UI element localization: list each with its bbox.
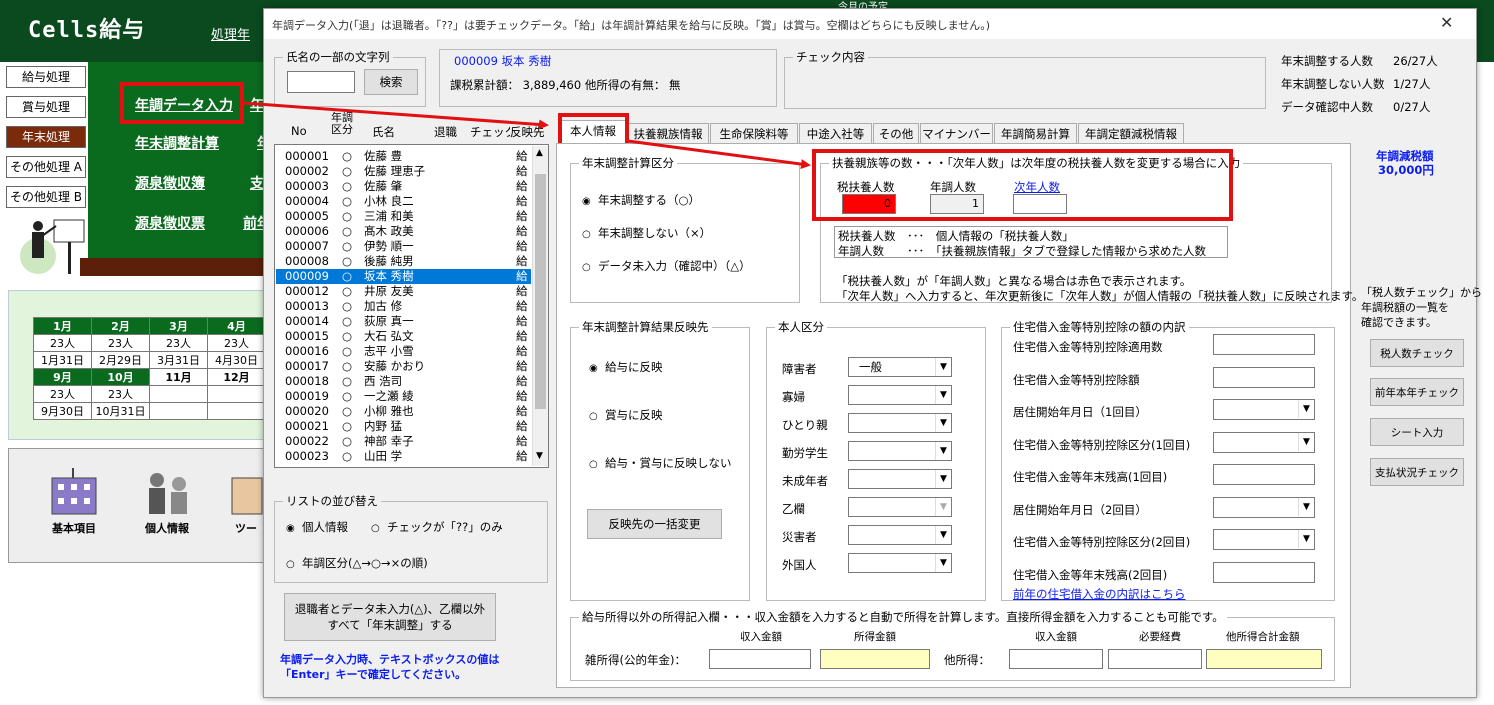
annotation-arrows [242, 101, 811, 170]
arrow-to-tab [242, 101, 549, 130]
arrow-to-dependents [627, 139, 811, 170]
